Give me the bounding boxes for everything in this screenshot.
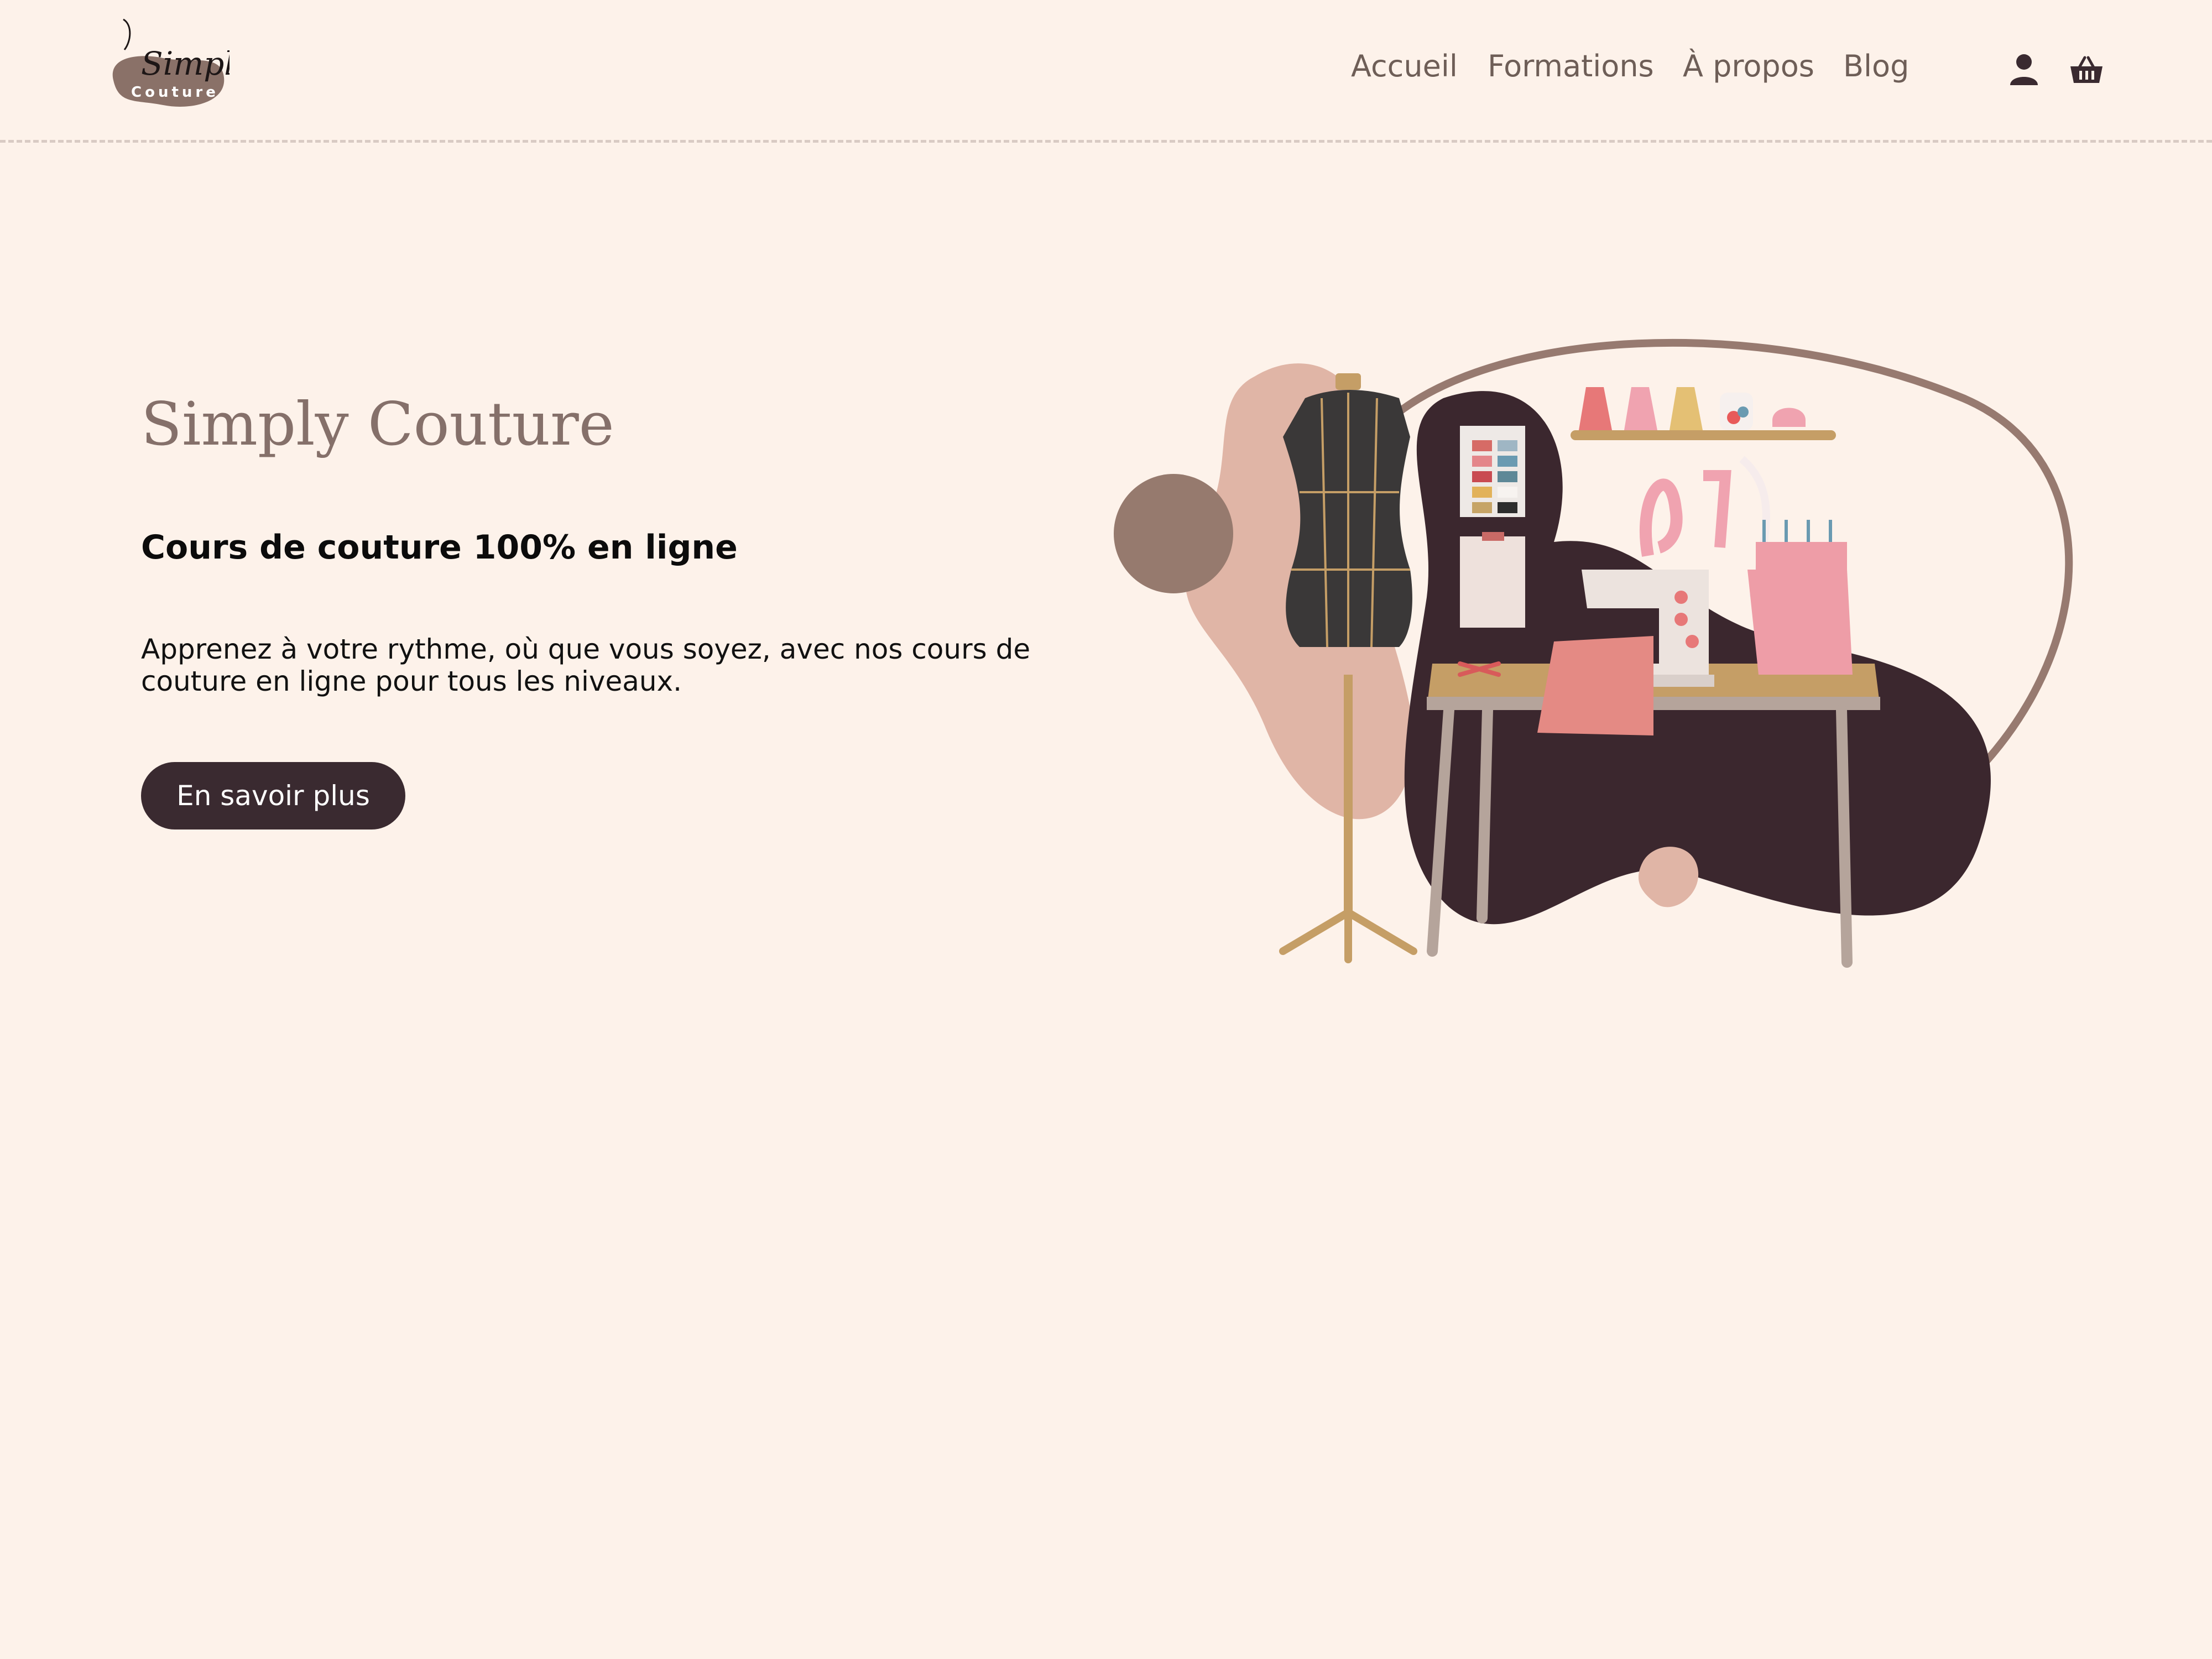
site-header: Simply Couture Accueil Formations À prop… [0,0,2212,143]
nav-item-a-propos[interactable]: À propos [1683,49,1814,84]
sewing-workshop-illustration [1100,310,2096,984]
nav-item-formations[interactable]: Formations [1488,49,1654,84]
site-logo[interactable]: Simply Couture [102,14,253,111]
nav-item-blog[interactable]: Blog [1843,49,1909,84]
hero-description: Apprenez à votre rythme, où que vous soy… [141,633,1031,697]
nav-item-accueil[interactable]: Accueil [1351,49,1458,84]
learn-more-button[interactable]: En savoir plus [141,762,405,830]
svg-text:Couture: Couture [131,84,219,101]
hero-subtitle: Cours de couture 100% en ligne [141,528,738,567]
basket-icon[interactable] [2067,51,2106,90]
svg-text:Simply: Simply [141,45,229,82]
hero-title: Simply Couture [141,390,614,459]
user-icon[interactable] [2005,51,2043,90]
